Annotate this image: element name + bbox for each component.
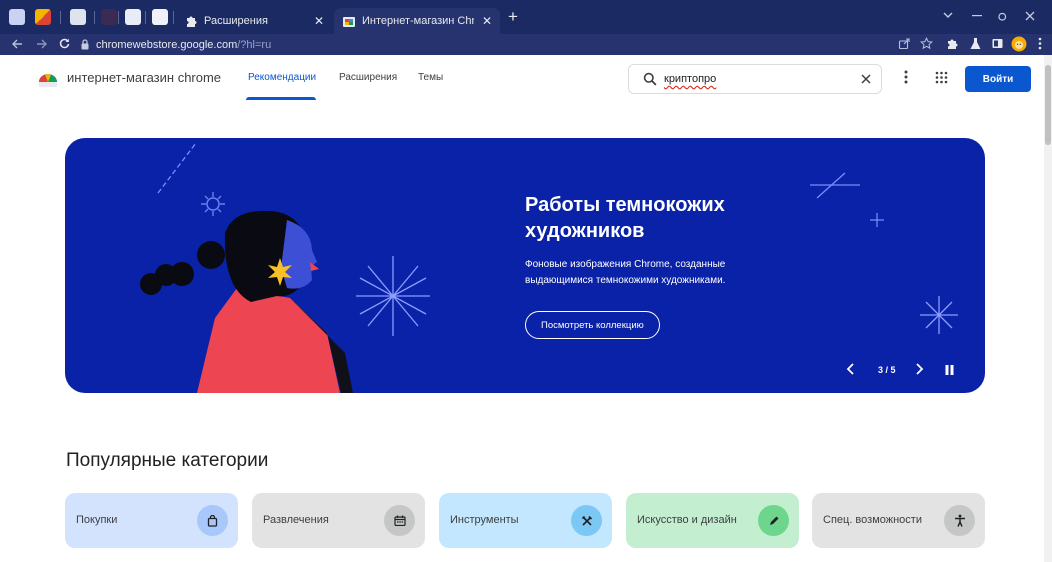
forward-icon[interactable] [36, 39, 47, 49]
tab-search-icon[interactable] [943, 11, 953, 19]
tab-separator [60, 11, 61, 24]
close-tab-icon[interactable]: ✕ [314, 14, 324, 28]
url-host: chromewebstore.google.com [96, 38, 238, 51]
pinned-tab-2[interactable] [35, 9, 51, 25]
lock-icon[interactable] [80, 39, 90, 50]
category-label: Искусство и дизайн [637, 514, 737, 526]
tab-chrome-web-store[interactable]: Интернет-магазин Chrome ✕ [334, 8, 500, 34]
banner-title: Работы темнокожих художников [525, 194, 725, 242]
category-icon-circle [197, 505, 228, 536]
new-tab-button[interactable]: + [508, 8, 518, 25]
view-collection-button[interactable]: Посмотреть коллекцию [525, 311, 660, 339]
page-scrollbar[interactable] [1044, 55, 1052, 562]
search-input[interactable]: криптопро [664, 73, 861, 85]
browser-menu-icon[interactable] [1038, 37, 1042, 50]
active-nav-indicator [246, 97, 316, 100]
category-label: Спец. возможности [823, 514, 922, 526]
category-label: Развлечения [263, 514, 329, 526]
share-icon[interactable] [898, 37, 911, 50]
chrome-web-store-logo-icon[interactable] [38, 69, 58, 89]
accessibility-icon [954, 514, 966, 527]
search-icon [643, 72, 657, 86]
search-box[interactable]: криптопро [628, 64, 882, 94]
calendar-icon [393, 515, 406, 526]
more-options-icon[interactable] [904, 70, 908, 84]
hero-banner[interactable]: Работы темнокожих художников Фоновые изо… [65, 138, 985, 393]
pinned-tab-1[interactable] [9, 9, 25, 25]
category-icon-circle [571, 505, 602, 536]
category-entertainment[interactable]: Развлечения [252, 493, 425, 548]
scrollbar-thumb[interactable] [1045, 65, 1051, 145]
category-shopping[interactable]: Покупки [65, 493, 238, 548]
close-window-icon[interactable] [1025, 11, 1035, 21]
close-tab-icon[interactable]: ✕ [482, 14, 492, 28]
tab-separator [145, 11, 146, 24]
lab-flask-icon[interactable] [969, 37, 982, 50]
reload-icon[interactable] [59, 38, 70, 49]
side-panel-icon[interactable] [991, 37, 1004, 50]
tab-title: Интернет-магазин Chrome [362, 15, 474, 27]
minimize-icon[interactable] [972, 15, 982, 17]
carousel-counter: 3 / 5 [878, 365, 896, 375]
extensions-puzzle-icon[interactable] [946, 37, 959, 50]
pinned-tab-4[interactable] [101, 9, 117, 25]
carousel-pause-icon[interactable] [945, 365, 954, 375]
category-accessibility[interactable]: Спец. возможности [812, 493, 985, 548]
webstore-icon [342, 14, 356, 28]
store-name[interactable]: интернет-магазин chrome [67, 70, 221, 85]
category-label: Инструменты [450, 514, 519, 526]
carousel-prev-icon[interactable] [846, 363, 855, 375]
pinned-tab-3[interactable] [70, 9, 86, 25]
tab-separator [173, 11, 174, 24]
clear-search-icon[interactable] [861, 74, 871, 84]
restore-icon[interactable] [998, 11, 1008, 21]
nav-themes[interactable]: Темы [418, 72, 443, 83]
sign-in-button[interactable]: Войти [965, 66, 1031, 92]
bookmark-star-icon[interactable] [920, 37, 933, 50]
tab-separator [94, 11, 95, 24]
nav-extensions[interactable]: Расширения [339, 72, 397, 83]
tools-icon [581, 515, 593, 527]
category-icon-circle [384, 505, 415, 536]
category-icon-circle [758, 505, 789, 536]
browser-toolbar: chromewebstore.google.com /?hl=ru [0, 34, 1052, 55]
pinned-tab-6[interactable] [152, 9, 168, 25]
pinned-tab-5[interactable] [125, 9, 141, 25]
address-bar[interactable]: chromewebstore.google.com /?hl=ru [80, 35, 880, 54]
nav-recommendations[interactable]: Рекомендации [248, 72, 316, 83]
profile-avatar-icon[interactable] [1011, 36, 1027, 52]
category-icon-circle [944, 505, 975, 536]
pencil-icon [768, 515, 780, 527]
carousel-next-icon[interactable] [915, 363, 924, 375]
google-apps-icon[interactable] [935, 71, 948, 84]
category-label: Покупки [76, 514, 118, 526]
category-tools[interactable]: Инструменты [439, 493, 612, 548]
category-art-design[interactable]: Искусство и дизайн [626, 493, 799, 548]
puzzle-icon [184, 14, 198, 28]
tab-extensions[interactable]: Расширения ✕ [176, 8, 332, 34]
browser-tab-strip: Расширения ✕ Интернет-магазин Chrome ✕ + [0, 0, 1052, 34]
popular-categories-title: Популярные категории [66, 450, 269, 471]
back-icon[interactable] [12, 39, 23, 49]
tab-title: Расширения [204, 15, 268, 27]
store-header: интернет-магазин chrome Рекомендации Рас… [0, 55, 1044, 105]
shopping-bag-icon [207, 514, 218, 527]
tab-separator [118, 11, 119, 24]
url-path: /?hl=ru [237, 38, 272, 51]
banner-subtitle: Фоновые изображения Chrome, созданные вы… [525, 259, 726, 286]
